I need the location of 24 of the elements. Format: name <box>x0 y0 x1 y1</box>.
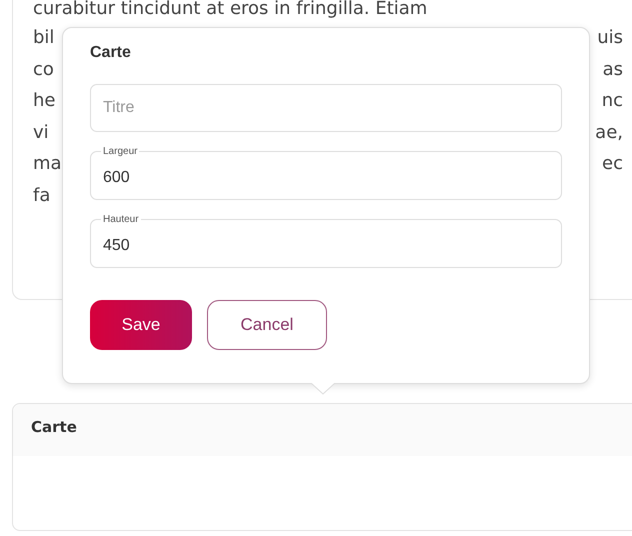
text-input[interactable]: Titre <box>103 91 549 125</box>
paragraph-text: ae, <box>595 120 623 144</box>
paragraph-text: curabitur tincidunt at eros in fringilla. Etiam <box>33 0 428 19</box>
paragraph-text: uis <box>597 26 623 50</box>
paragraph-text: as <box>602 58 623 82</box>
paragraph-text: vi <box>33 120 49 144</box>
paragraph-text: nc <box>602 89 623 113</box>
input-field[interactable]: Largeur 600 <box>90 146 562 200</box>
text-input[interactable]: 450 <box>103 229 549 263</box>
popover-title: Carte <box>90 44 132 62</box>
input-field[interactable]: Titre <box>90 84 562 132</box>
cancel-button[interactable]: Cancel <box>207 300 327 350</box>
paragraph-text: he <box>33 89 56 113</box>
input-field[interactable]: Hauteur 450 <box>90 214 562 268</box>
field-label: Hauteur <box>102 214 140 225</box>
field-label: Largeur <box>102 146 138 157</box>
paragraph-text: bil <box>33 26 54 50</box>
text-input[interactable]: 600 <box>103 161 549 195</box>
save-button[interactable]: Save <box>90 300 192 350</box>
paragraph-text: co <box>33 58 54 82</box>
paragraph-text: ec <box>602 152 623 176</box>
paragraph-text: ma <box>33 152 62 176</box>
paragraph-text: fa <box>33 184 50 208</box>
panel-title: Carte <box>31 418 77 436</box>
